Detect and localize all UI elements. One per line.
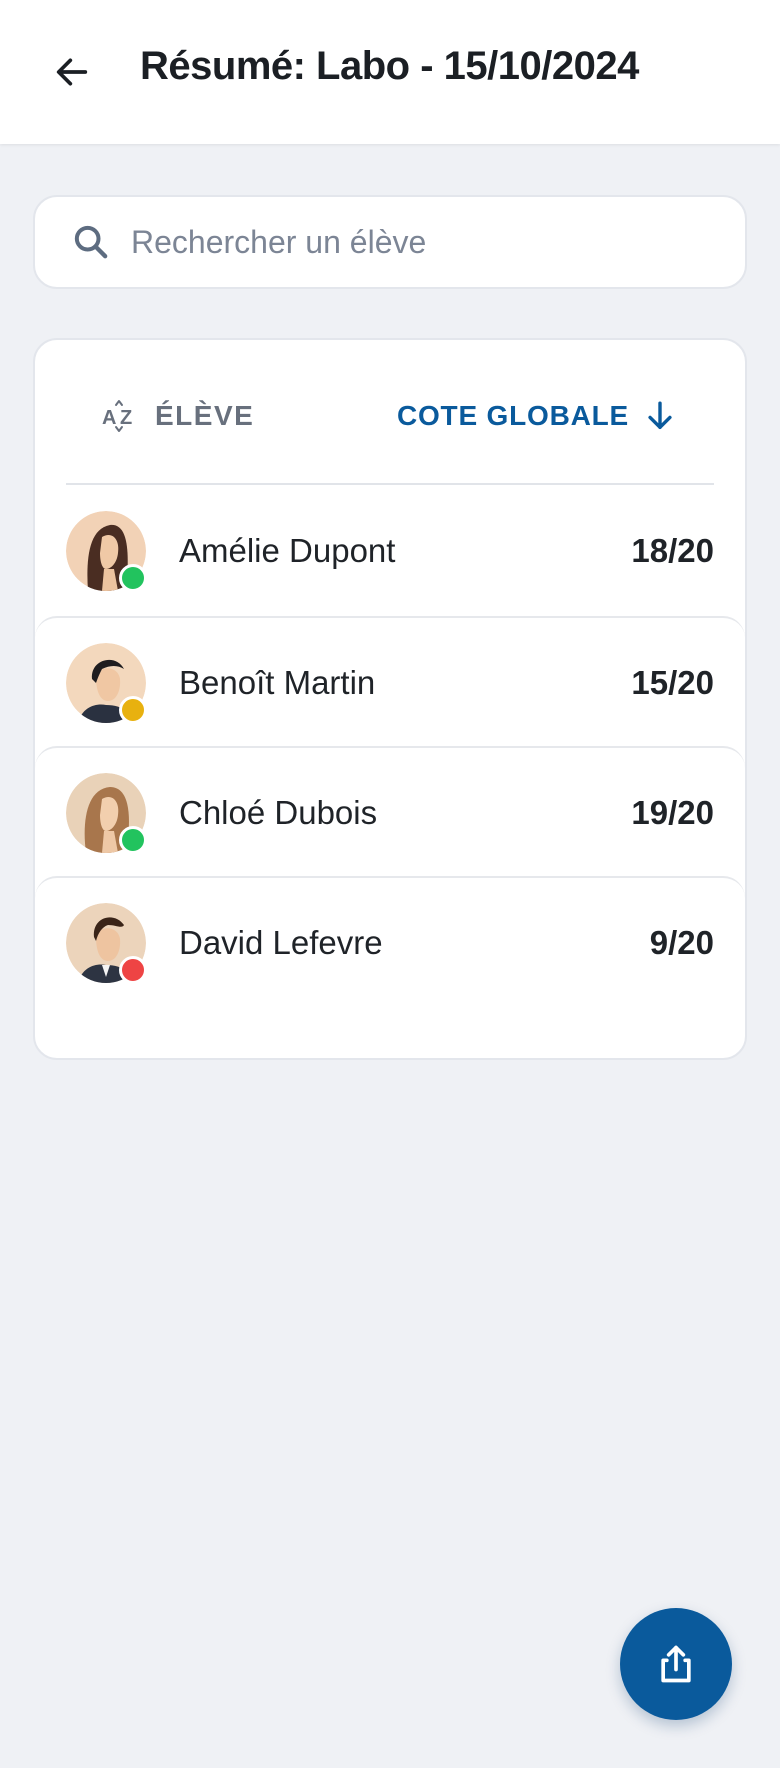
share-icon [661,1645,691,1683]
student-row[interactable]: David Lefevre 9/20 [35,876,745,1006]
students-card: A Z ÉLÈVE COTE GLOBALE Amélie Dupont 18/… [33,338,747,1060]
svg-text:A: A [102,407,116,429]
share-button[interactable] [620,1608,732,1720]
student-grade: 9/20 [649,924,714,961]
avatar [66,643,147,724]
status-dot [119,696,147,724]
student-list: Amélie Dupont 18/20 Benoît Martin 15/20 [35,486,745,1006]
student-grade: 18/20 [631,532,714,569]
student-grade: 15/20 [631,664,714,701]
sort-alpha-icon: A Z [102,400,132,432]
status-dot [119,826,147,854]
student-name: David Lefevre [179,924,383,961]
back-button[interactable] [48,48,96,96]
search-bar[interactable] [33,195,747,289]
arrow-down-icon [648,401,672,430]
header-divider [66,483,714,485]
svg-text:Z: Z [120,407,132,429]
search-input[interactable] [131,217,711,267]
student-row[interactable]: Amélie Dupont 18/20 [35,486,745,616]
avatar [66,773,147,854]
student-grade: 19/20 [631,794,714,831]
avatar [66,903,147,984]
page-title: Résumé: Labo - 15/10/2024 [140,44,639,88]
avatar [66,511,147,592]
student-row[interactable]: Benoît Martin 15/20 [35,616,745,746]
table-header: A Z ÉLÈVE COTE GLOBALE [35,340,745,484]
arrow-left-icon [56,58,88,86]
sort-by-name-label: ÉLÈVE [155,400,255,431]
student-name: Chloé Dubois [179,794,378,831]
app-bar: Résumé: Labo - 15/10/2024 [0,0,780,144]
student-name: Benoît Martin [179,664,376,701]
status-dot [119,564,147,592]
sort-by-grade-button[interactable]: COTE GLOBALE [397,396,677,436]
search-icon [74,225,108,259]
student-name: Amélie Dupont [179,532,396,569]
status-dot [119,956,147,984]
sort-by-name-button[interactable]: A Z ÉLÈVE [101,396,254,436]
sort-by-grade-label: COTE GLOBALE [396,400,629,431]
student-row[interactable]: Chloé Dubois 19/20 [35,746,745,876]
